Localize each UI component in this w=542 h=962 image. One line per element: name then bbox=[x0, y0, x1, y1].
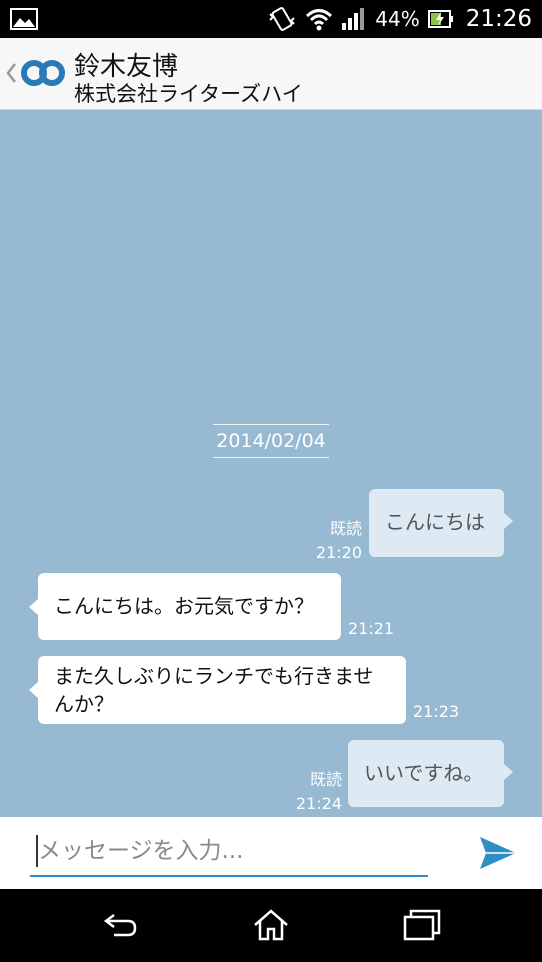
chat-header: 鈴木友博 株式会社ライターズハイ bbox=[0, 38, 542, 110]
message-meta: 既読 21:20 bbox=[300, 515, 362, 562]
message-bubble-incoming[interactable]: また久しぶりにランチでも行きませ んか？ bbox=[29, 656, 406, 724]
wifi-icon bbox=[306, 9, 333, 31]
app-logo-icon bbox=[21, 60, 65, 86]
message-time: 21:24 bbox=[295, 794, 342, 813]
message-text: こんにちは。お元気ですか？ bbox=[54, 594, 314, 618]
status-icons: 44% 21:26 bbox=[267, 0, 532, 38]
message-text-line-1: また久しぶりにランチでも行きませ bbox=[54, 664, 374, 688]
message-meta: 既読 21:24 bbox=[280, 766, 342, 813]
message-time: 21:20 bbox=[315, 543, 362, 562]
message-bubble-incoming[interactable]: こんにちは。お元気ですか？ bbox=[29, 573, 341, 640]
message-field[interactable] bbox=[30, 829, 428, 877]
date-separator: 2014/02/04 bbox=[213, 424, 329, 458]
home-icon[interactable] bbox=[251, 907, 291, 943]
message-bubble-outgoing[interactable]: こんにちは bbox=[369, 489, 513, 557]
send-icon[interactable] bbox=[478, 835, 518, 871]
message-time: 21:21 bbox=[348, 619, 395, 638]
message-input[interactable] bbox=[38, 829, 426, 873]
message-time: 21:23 bbox=[413, 702, 460, 721]
message-bubble-outgoing[interactable]: いいですね。 bbox=[348, 740, 513, 807]
back-icon[interactable] bbox=[100, 907, 140, 943]
message-text: いいですね。 bbox=[364, 761, 484, 785]
clock: 21:26 bbox=[465, 6, 532, 32]
recent-apps-icon[interactable] bbox=[402, 907, 442, 943]
gallery-icon bbox=[10, 8, 38, 30]
message-text-line-2: んか？ bbox=[54, 692, 114, 716]
contact-company: 株式会社ライターズハイ bbox=[74, 82, 303, 106]
system-nav-bar bbox=[0, 889, 542, 962]
vibrate-icon bbox=[269, 7, 295, 31]
composer bbox=[0, 817, 542, 889]
read-receipt: 既読 bbox=[329, 519, 362, 538]
battery-charging-icon bbox=[427, 10, 453, 28]
message-text: こんにちは bbox=[385, 510, 485, 534]
signal-icon bbox=[342, 8, 365, 30]
read-receipt: 既読 bbox=[309, 770, 342, 789]
status-bar: 44% 21:26 bbox=[0, 0, 542, 38]
battery-percent: 44% bbox=[375, 7, 420, 31]
message-list[interactable]: 2014/02/04 既読 21:20 こんにちは こんにちは。お元気ですか？ … bbox=[0, 110, 542, 817]
back-chevron-icon[interactable] bbox=[4, 58, 18, 88]
